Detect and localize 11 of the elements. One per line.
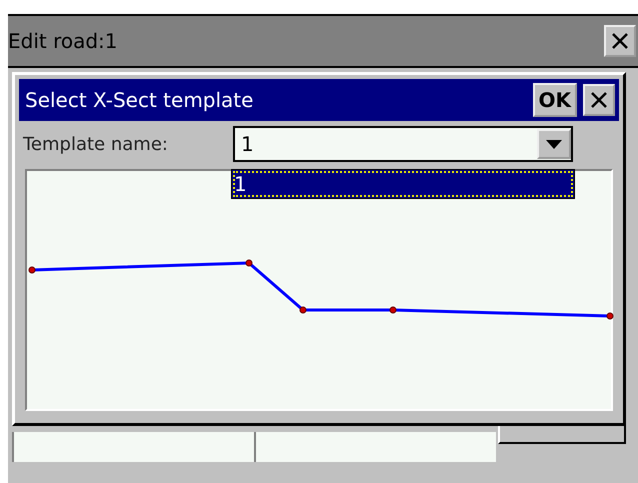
close-icon bbox=[611, 32, 629, 50]
close-icon bbox=[590, 91, 608, 109]
caret-icon bbox=[546, 140, 562, 148]
ok-button[interactable]: OK bbox=[532, 83, 577, 117]
template-name-label: Template name: bbox=[23, 134, 169, 154]
close-button[interactable] bbox=[604, 25, 636, 57]
window-title: Edit road:1 bbox=[8, 29, 118, 53]
dropdown-item[interactable]: 1 bbox=[232, 170, 574, 198]
dialog-title: Select X-Sect template bbox=[25, 88, 254, 112]
template-dropdown[interactable]: 1 bbox=[233, 126, 573, 162]
close-button[interactable] bbox=[583, 84, 615, 116]
